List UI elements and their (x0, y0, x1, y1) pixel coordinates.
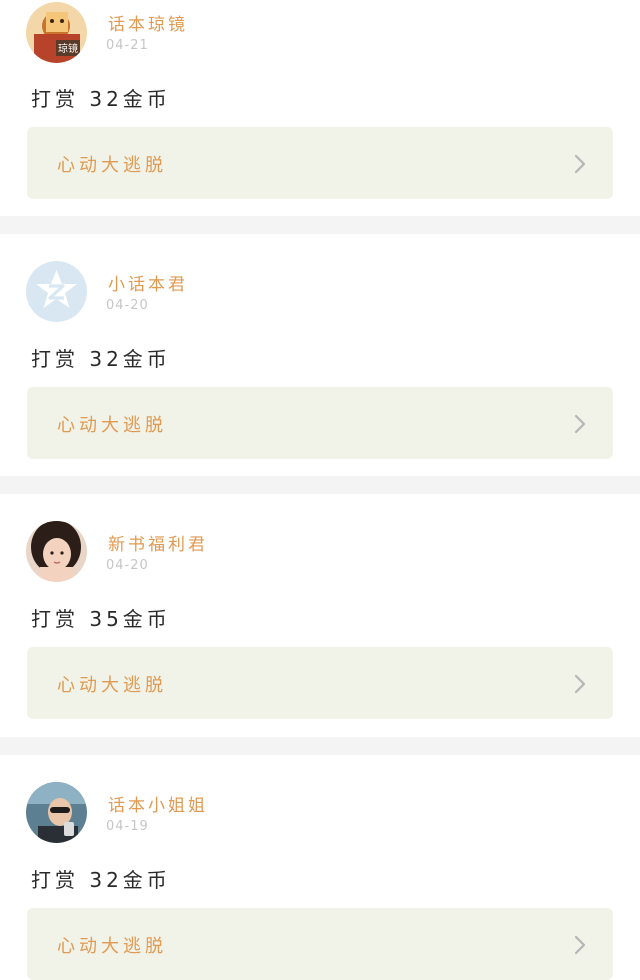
post-date: 04-19 (106, 819, 149, 834)
reward-text: 打赏 35金币 (31, 607, 171, 631)
book-link-card[interactable]: 心动大逃脱 (27, 908, 613, 980)
chevron-right-icon (574, 935, 586, 955)
chevron-right-icon (574, 674, 586, 694)
username[interactable]: 新书福利君 (108, 530, 208, 555)
chevron-right-icon (574, 154, 586, 174)
girl-photo-avatar-icon[interactable] (26, 521, 87, 582)
reward-text: 打赏 32金币 (31, 87, 171, 111)
book-link-card[interactable]: 心动大逃脱 (27, 647, 613, 719)
post-date: 04-21 (106, 38, 149, 53)
reward-text: 打赏 32金币 (31, 868, 171, 892)
book-title: 心动大逃脱 (57, 675, 167, 696)
username[interactable]: 小话本君 (108, 270, 188, 295)
post-separator (0, 737, 640, 755)
post-separator (0, 216, 640, 234)
reward-post: 话本小姐姐 04-19 打赏 32金币 心动大逃脱 (0, 755, 640, 980)
username[interactable]: 话本小姐姐 (108, 791, 208, 816)
reward-feed: 琼镜 话本琼镜 04-21 打赏 32金币 心动大逃脱 小话本君 04-20 打… (0, 0, 640, 980)
book-link-card[interactable]: 心动大逃脱 (27, 127, 613, 199)
reward-post: 小话本君 04-20 打赏 32金币 心动大逃脱 (0, 234, 640, 459)
reward-text: 打赏 32金币 (31, 347, 171, 371)
post-separator (0, 476, 640, 494)
cartoon-character-avatar-icon[interactable]: 琼镜 (26, 2, 87, 63)
book-link-card[interactable]: 心动大逃脱 (27, 387, 613, 459)
chevron-right-icon (574, 414, 586, 434)
username[interactable]: 话本琼镜 (108, 10, 188, 35)
reward-post: 新书福利君 04-20 打赏 35金币 心动大逃脱 (0, 494, 640, 719)
book-title: 心动大逃脱 (57, 155, 167, 176)
post-date: 04-20 (106, 298, 149, 313)
reward-post: 琼镜 话本琼镜 04-21 打赏 32金币 心动大逃脱 (0, 0, 640, 216)
post-date: 04-20 (106, 558, 149, 573)
book-title: 心动大逃脱 (57, 415, 167, 436)
person-photo-avatar-icon[interactable] (26, 782, 87, 843)
avatar-badge-text: 琼镜 (58, 42, 78, 55)
default-star-avatar-icon[interactable] (26, 261, 87, 322)
book-title: 心动大逃脱 (57, 936, 167, 957)
